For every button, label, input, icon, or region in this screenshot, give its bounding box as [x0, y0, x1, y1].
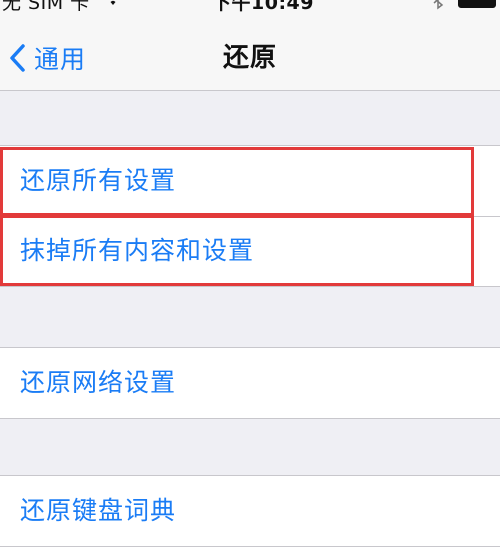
battery-icon	[458, 0, 496, 8]
status-bar: 无 SIM 卡 下午10:49	[0, 0, 500, 26]
carrier-label: 无 SIM 卡	[2, 0, 90, 14]
wifi-icon	[110, 0, 116, 5]
reset-all-settings-cell[interactable]: 还原所有设置	[0, 146, 500, 216]
status-time: 下午10:49	[212, 0, 314, 14]
navigation-bar: 通用 还原	[0, 26, 500, 91]
erase-all-content-cell[interactable]: 抹掉所有内容和设置	[0, 216, 500, 286]
reset-network-settings-cell[interactable]: 还原网络设置	[0, 348, 500, 418]
reset-group-primary: 还原所有设置 抹掉所有内容和设置	[0, 145, 500, 287]
reset-keyboard-dictionary-cell[interactable]: 还原键盘词典	[0, 476, 500, 546]
reset-group-keyboard: 还原键盘词典	[0, 475, 500, 547]
bluetooth-icon	[433, 0, 444, 10]
page-title: 还原	[222, 43, 277, 73]
reset-group-network: 还原网络设置	[0, 347, 500, 419]
